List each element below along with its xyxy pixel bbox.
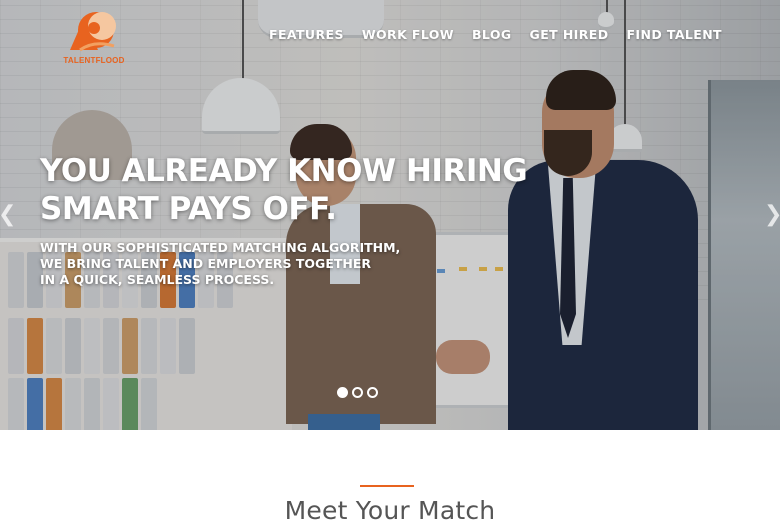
hero-sub-line2: WE BRING TALENT AND EMPLOYERS TOGETHER <box>40 256 372 271</box>
brand-logo[interactable]: TALENTFLOOD <box>58 6 130 68</box>
carousel-dot-3[interactable] <box>367 387 378 398</box>
section-divider <box>360 485 414 487</box>
hero-headline: YOU ALREADY KNOW HIRING SMART PAYS OFF. <box>40 152 560 228</box>
hero-sub-line1: WITH OUR SOPHISTICATED MATCHING ALGORITH… <box>40 240 401 255</box>
nav-item-get-hired[interactable]: GET HIRED <box>530 27 609 42</box>
section-title: Meet Your Match <box>284 496 496 525</box>
carousel-indicators <box>337 387 378 398</box>
logo-mark-icon <box>70 12 116 52</box>
nav-item-blog[interactable]: BLOG <box>472 27 512 42</box>
hero-carousel: TALENTFLOOD FEATURES WORK FLOW BLOG GET … <box>0 0 780 430</box>
carousel-dot-1[interactable] <box>337 387 348 398</box>
nav-item-work-flow[interactable]: WORK FLOW <box>362 27 454 42</box>
hero-headline-line1: YOU ALREADY KNOW HIRING <box>40 153 528 189</box>
hero-subheadline: WITH OUR SOPHISTICATED MATCHING ALGORITH… <box>40 240 420 288</box>
nav-item-features[interactable]: FEATURES <box>269 27 344 42</box>
logo-text: TALENTFLOOD <box>63 56 125 65</box>
hero-headline-line2: SMART PAYS OFF. <box>40 191 337 227</box>
chevron-right-icon[interactable]: ❯ <box>764 202 780 228</box>
hero-sub-line3: IN A QUICK, SEAMLESS PROCESS. <box>40 272 275 287</box>
carousel-dot-2[interactable] <box>352 387 363 398</box>
main-nav: FEATURES WORK FLOW BLOG GET HIRED FIND T… <box>269 27 722 42</box>
nav-item-find-talent[interactable]: FIND TALENT <box>626 27 722 42</box>
chevron-left-icon[interactable]: ❮ <box>0 202 16 228</box>
